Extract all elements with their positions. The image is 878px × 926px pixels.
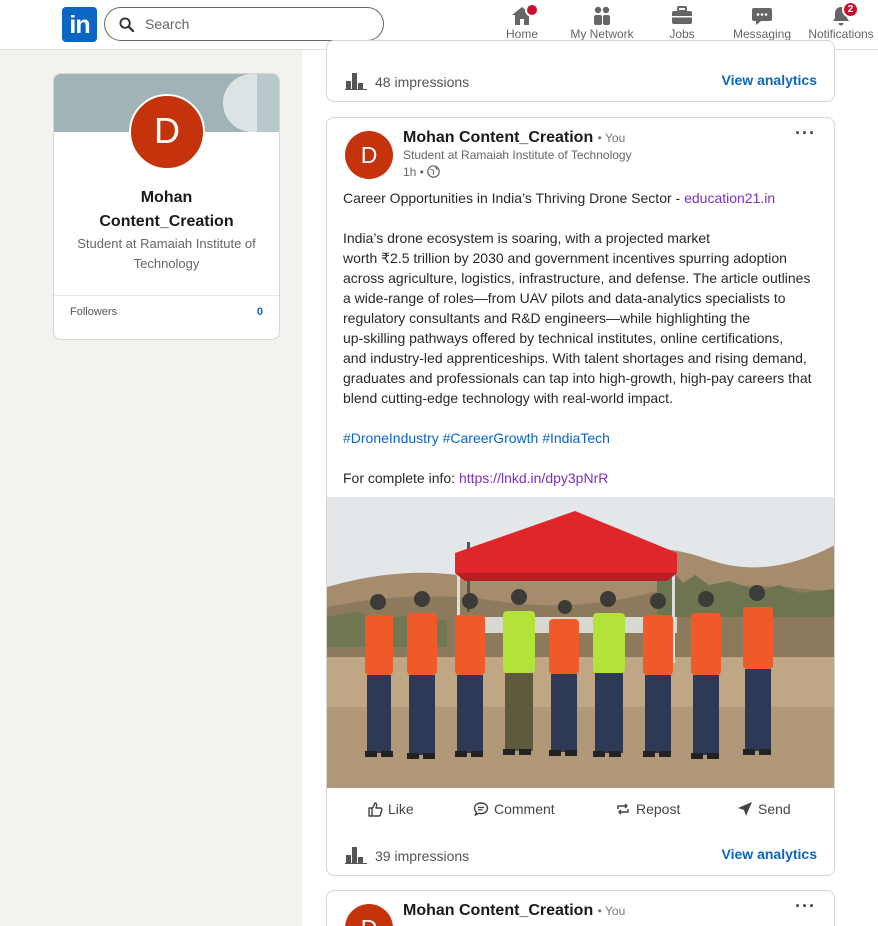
post-author[interactable]: Mohan Content_Creation • You	[403, 902, 625, 920]
profile-name-line1: Mohan	[140, 189, 193, 206]
repost-button[interactable]: Repost	[615, 801, 680, 817]
thumbs-up-icon	[368, 802, 383, 817]
network-icon	[594, 6, 610, 25]
like-button[interactable]: Like	[367, 801, 414, 817]
post-title-text: Career Opportunities in India’s Thriving…	[343, 190, 685, 206]
post-photo	[327, 497, 834, 788]
post-body: India’s drone ecosystem is soaring, with…	[343, 228, 828, 408]
impressions[interactable]: 39 impressions	[345, 846, 469, 864]
search-box[interactable]	[104, 7, 384, 41]
view-analytics-link[interactable]: View analytics	[722, 72, 817, 88]
comment-button[interactable]: Comment	[473, 801, 555, 817]
post-body-line: regulatory consultants and R&D engineers…	[343, 310, 751, 326]
post-more-button[interactable]: ···	[795, 896, 816, 917]
next-post-card: D Mohan Content_Creation • You ···	[326, 890, 835, 926]
search-icon	[119, 17, 134, 32]
post-body-line: India’s drone ecosystem is soaring, with…	[343, 230, 711, 246]
post-info-label: For complete info:	[343, 470, 459, 486]
post-card: D Mohan Content_Creation • You Student a…	[326, 117, 835, 876]
comment-icon	[473, 802, 489, 817]
post-body-line: worth ₹2.5 trillion by 2030 and governme…	[343, 250, 787, 266]
post-more-button[interactable]: ···	[795, 123, 816, 144]
profile-headline: Student at Ramaiah Institute of Technolo…	[77, 236, 256, 271]
post-time: 1h •	[403, 165, 441, 179]
globe-icon	[427, 165, 441, 178]
post-author-name: Mohan Content_Creation	[403, 902, 594, 919]
post-body-line: and industry-led apprenticeships. With t…	[343, 350, 807, 366]
post-author[interactable]: Mohan Content_Creation • You	[403, 129, 625, 147]
post-time-text: 1h •	[403, 165, 424, 179]
analytics-bar-icon	[345, 73, 367, 90]
post-author-avatar[interactable]: D	[345, 131, 393, 179]
impressions-text: 39 impressions	[375, 848, 470, 864]
repost-label: Repost	[636, 801, 681, 817]
nav-notifications-label: Notifications	[808, 27, 874, 41]
post-author-avatar[interactable]: D	[345, 904, 393, 926]
followers-count[interactable]: 0	[257, 306, 263, 318]
messaging-icon	[752, 8, 772, 25]
search-input[interactable]	[145, 15, 370, 33]
profile-name-line2: Content_Creation	[99, 213, 234, 230]
comment-label: Comment	[494, 801, 555, 817]
hashtag-link[interactable]: #DroneIndustry	[343, 430, 439, 446]
profile-avatar[interactable]: D	[129, 94, 205, 170]
impressions[interactable]: 48 impressions	[345, 72, 469, 90]
post-author-you: • You	[597, 131, 626, 145]
impressions-text: 48 impressions	[375, 74, 470, 90]
analytics-bar-icon	[345, 847, 367, 864]
post-author-you: • You	[597, 904, 626, 918]
previous-post-card: 48 impressions View analytics	[326, 40, 835, 102]
post-title-link[interactable]: education21.in	[684, 190, 775, 206]
followers-label[interactable]: Followers	[70, 306, 117, 318]
view-analytics-link[interactable]: View analytics	[722, 846, 817, 862]
hashtag-link[interactable]: #CareerGrowth	[443, 430, 539, 446]
send-label: Send	[758, 801, 791, 817]
post-body-line: blend cutting-edge technology with real-…	[343, 390, 673, 406]
post-author-headline: Student at Ramaiah Institute of Technolo…	[403, 148, 632, 162]
nav-jobs-label: Jobs	[669, 27, 695, 41]
linkedin-logo[interactable]: in	[62, 7, 97, 42]
nav-messaging-label: Messaging	[732, 27, 792, 41]
post-hashtags: #DroneIndustry #CareerGrowth #IndiaTech	[343, 428, 610, 448]
send-button[interactable]: Send	[737, 801, 791, 817]
profile-name[interactable]: Mohan Content_Creation	[64, 186, 269, 234]
post-info-link[interactable]: https://lnkd.in/dpy3pNrR	[459, 470, 608, 486]
post-actions: Like Comment Repost Send	[327, 801, 834, 825]
post-body-line: up-skilling pathways offered by technica…	[343, 330, 784, 346]
hashtag-link[interactable]: #IndiaTech	[542, 430, 610, 446]
like-label: Like	[388, 801, 414, 817]
briefcase-icon	[672, 6, 692, 24]
repost-icon	[617, 803, 629, 815]
post-body-line: graduates and professionals can tap into…	[343, 370, 812, 386]
post-body-line: a wide-range of roles—from UAV pilots an…	[343, 290, 786, 306]
nav-my-network-label: My Network	[570, 27, 634, 41]
post-info-line: For complete info: https://lnkd.in/dpy3p…	[343, 468, 608, 488]
send-icon	[738, 802, 752, 816]
post-body-line: across agriculture, logistics, infrastru…	[343, 270, 811, 286]
nav-home-label: Home	[505, 27, 538, 41]
post-title-line: Career Opportunities in India’s Thriving…	[343, 188, 823, 208]
notifications-badge: 2	[842, 1, 859, 18]
post-image[interactable]	[327, 497, 834, 788]
home-notification-dot	[525, 3, 539, 17]
post-author-name: Mohan Content_Creation	[403, 129, 594, 146]
divider	[54, 295, 279, 296]
profile-card: D Mohan Content_Creation Student at Rama…	[53, 73, 280, 340]
